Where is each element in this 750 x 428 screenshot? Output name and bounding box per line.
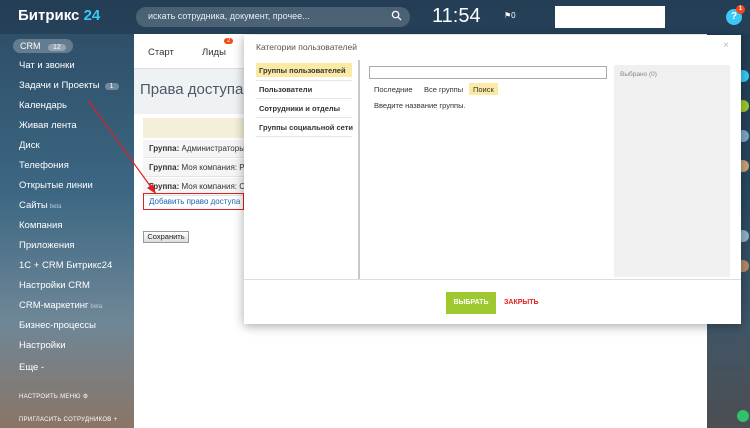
search-hint: Введите название группы. [374, 101, 466, 110]
sidebar-item-crm[interactable]: CRM 12 [13, 39, 73, 53]
nav-social-groups[interactable]: Группы социальной сети [256, 120, 353, 134]
sidebar-item-feed[interactable]: Живая лента [19, 120, 77, 131]
logo[interactable]: Битрикс 24 [18, 7, 100, 24]
help-label: ? [730, 11, 738, 22]
crm-label: CRM [20, 41, 41, 51]
sidebar-item-open-lines[interactable]: Открытые линии [19, 180, 93, 191]
clock[interactable]: 11:54 [432, 5, 481, 28]
select-button[interactable]: ВЫБРАТЬ [446, 292, 496, 314]
user-categories-dialog: Категории пользователей × Группы пользов… [244, 35, 741, 324]
sidebar-item-label: Настройки [19, 340, 66, 351]
sidebar-item-apps[interactable]: Приложения [19, 240, 75, 251]
sidebar-item-label: Задачи и Проекты [19, 80, 100, 91]
subtab-all-groups[interactable]: Все группы [420, 83, 467, 95]
sidebar-item-crm-marketing[interactable]: CRM-маркетинг beta [19, 300, 102, 311]
configure-menu-label: НАСТРОИТЬ МЕНЮ [19, 394, 81, 400]
sidebar-item-label: Еще - [19, 362, 45, 373]
sidebar-item-label: Настройки CRM [19, 280, 90, 291]
sidebar-item-label: Календарь [19, 100, 67, 111]
nav-users[interactable]: Пользователи [256, 82, 352, 96]
logo-text: Битрикс [18, 7, 80, 24]
tab-start[interactable]: Старт [148, 47, 174, 58]
invite-button[interactable]: ПРИГЛАСИТЬ СОТРУДНИКОВ + [19, 417, 117, 423]
top-bar: Битрикс 24 искать сотрудника, документ, … [0, 0, 750, 34]
phone-icon[interactable] [737, 410, 749, 422]
sidebar-item-label: Открытые линии [19, 180, 93, 191]
sidebar-item-label: Бизнес-процессы [19, 320, 96, 331]
tab-leads[interactable]: Лиды [202, 47, 226, 58]
tasks-count: 1 [104, 83, 119, 90]
flag-count: 0 [511, 11, 516, 20]
logo-number: 24 [83, 7, 101, 24]
subtab-recent[interactable]: Последние [370, 83, 417, 95]
group-search-input[interactable] [369, 66, 607, 79]
sidebar-item-disk[interactable]: Диск [19, 140, 40, 151]
beta-label: beta [49, 204, 62, 210]
plus-icon: + [113, 417, 118, 423]
search-input[interactable]: искать сотрудника, документ, прочее... [136, 7, 410, 27]
nav-employees-departments[interactable]: Сотрудники и отделы [256, 101, 352, 115]
divider [256, 136, 352, 137]
flag-counter[interactable]: ⚑0 [504, 11, 516, 20]
sidebar-item-label: Телефония [19, 160, 69, 171]
sidebar-item-label: Чат и звонки [19, 60, 75, 71]
sidebar-item-calendar[interactable]: Календарь [19, 100, 67, 111]
redacted-user-area [555, 6, 665, 28]
sidebar-item-more[interactable]: Еще - [19, 362, 44, 373]
sidebar-item-label: Приложения [19, 240, 75, 251]
beta-label: beta [90, 304, 103, 310]
configure-menu-button[interactable]: НАСТРОИТЬ МЕНЮ ⚙ [19, 393, 88, 400]
search-icon[interactable] [391, 10, 402, 21]
divider [256, 80, 352, 81]
sidebar-item-label: Компания [19, 220, 63, 231]
sidebar-item-1c[interactable]: 1С + CRM Битрикс24 [19, 260, 112, 271]
invite-label: ПРИГЛАСИТЬ СОТРУДНИКОВ [19, 417, 112, 423]
sidebar-item-crm-settings[interactable]: Настройки CRM [19, 280, 90, 291]
sidebar-item-label: Живая лента [19, 120, 77, 131]
divider [256, 98, 352, 99]
sidebar-item-tasks[interactable]: Задачи и Проекты 1 [19, 80, 119, 91]
gear-icon: ⚙ [82, 394, 89, 400]
sidebar-item-bizproc[interactable]: Бизнес-процессы [19, 320, 96, 331]
sidebar-item-sites[interactable]: Сайты beta [19, 200, 61, 211]
sidebar-item-settings[interactable]: Настройки [19, 340, 66, 351]
sidebar-item-company[interactable]: Компания [19, 220, 62, 231]
selected-count: Выбрано (0) [620, 71, 657, 78]
leads-badge: 2 [224, 38, 234, 44]
sidebar-item-label: Диск [19, 140, 40, 151]
subtab-search[interactable]: Поиск [469, 83, 498, 95]
save-button[interactable]: Сохранить [143, 231, 189, 243]
crm-count: 12 [48, 44, 66, 51]
sidebar-item-label: Сайты [19, 200, 48, 211]
sidebar-item-telephony[interactable]: Телефония [19, 160, 69, 171]
selected-panel: Выбрано (0) [614, 65, 730, 277]
sidebar-item-label: 1С + CRM Битрикс24 [19, 260, 113, 271]
nav-user-groups[interactable]: Группы пользователей [256, 63, 352, 77]
close-button[interactable]: ЗАКРЫТЬ [504, 299, 539, 306]
annotation-arrow [87, 99, 157, 195]
close-icon[interactable]: × [723, 40, 729, 51]
vertical-divider [358, 60, 360, 280]
divider [256, 117, 352, 118]
dialog-title: Категории пользователей [256, 42, 357, 52]
sidebar-item-chat[interactable]: Чат и звонки [19, 60, 75, 71]
help-badge: 1 [736, 5, 745, 14]
help-button[interactable]: ? 1 [726, 5, 745, 25]
sidebar-item-label: CRM-маркетинг [19, 300, 89, 311]
search-placeholder: искать сотрудника, документ, прочее... [148, 11, 310, 21]
